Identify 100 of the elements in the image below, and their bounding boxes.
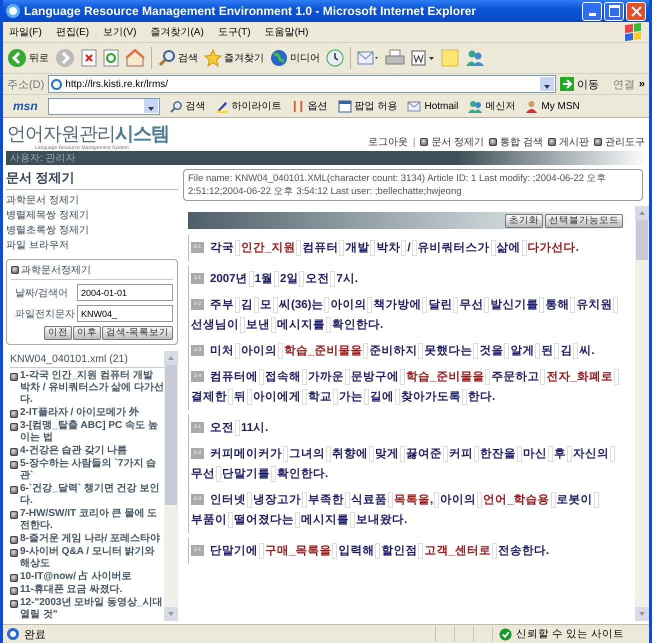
maximize-button[interactable]	[604, 2, 624, 20]
menu-item[interactable]: 편집(E)	[56, 25, 90, 39]
word-token[interactable]: 아이의	[440, 494, 476, 506]
word-token[interactable]: 다가선다.	[528, 242, 579, 254]
address-field[interactable]: http://lrs.kisti.re.kr/lrms/	[48, 75, 556, 93]
word-token[interactable]: 냉장고가	[253, 494, 301, 506]
nav-link[interactable]: 관리도구	[594, 135, 645, 149]
toolbar-button[interactable]	[326, 49, 344, 67]
word-token[interactable]: 아이에게	[253, 391, 301, 403]
form-button[interactable]: 검색-목록보기	[102, 326, 173, 340]
word-token[interactable]: 2007년	[210, 273, 248, 285]
word-token[interactable]: 무선	[459, 299, 484, 311]
form-button[interactable]: 이전	[44, 326, 72, 340]
article-link[interactable]: 3-[컴맹_탈출 ABC] PC 속도 높이는 법	[10, 420, 164, 444]
word-token[interactable]: 학습_준비물을	[284, 345, 362, 357]
word-token[interactable]: 책가방에	[373, 299, 422, 311]
toolbar-button[interactable]: 즐겨찾기	[204, 49, 264, 67]
word-token[interactable]: 발신기를	[490, 299, 538, 311]
word-token[interactable]: 김	[560, 345, 572, 357]
word-token[interactable]: 고객_센터로	[424, 545, 491, 557]
word-token[interactable]: 삶에	[496, 242, 521, 254]
word-token[interactable]: 메시지를	[301, 514, 349, 526]
word-token[interactable]: 결제한	[191, 391, 227, 403]
sidebar-link[interactable]: 파일 브라우저	[6, 238, 178, 253]
msn-toolbar-button[interactable]: 하이라이트	[216, 99, 282, 113]
word-token[interactable]: 알게	[510, 345, 534, 357]
toolbar-button[interactable]: 뒤로	[7, 48, 49, 68]
word-token[interactable]: 인간_지원	[241, 242, 296, 254]
article-link[interactable]: 1-각국 인간_지원 컴퓨터 개발 박차 / 유비쿼터스가 삶에 다가선다.	[10, 370, 164, 406]
minimize-button[interactable]	[582, 2, 602, 20]
word-token[interactable]: 목록을,	[394, 494, 434, 506]
article-link[interactable]: 2-IT플라자 / 아이모메가 外	[10, 407, 164, 419]
menu-item[interactable]: 도움말(H)	[264, 25, 308, 39]
menu-item[interactable]: 파일(F)	[9, 25, 42, 39]
article-link[interactable]: 7-HW/SW/IT 코리아 큰 물에 도전한다.	[10, 508, 164, 532]
word-token[interactable]: 커피	[449, 448, 473, 460]
word-token[interactable]: 문방구에	[351, 371, 399, 383]
word-token[interactable]: 주부	[210, 299, 234, 311]
word-token[interactable]: 된	[541, 345, 554, 357]
article-link[interactable]: 10-IT@now/ 占 사이버로	[10, 571, 164, 583]
nav-link[interactable]: 통합 검색	[489, 135, 543, 149]
word-token[interactable]: 보낸	[246, 319, 270, 331]
msn-toolbar-button[interactable]: 팝업 허용	[338, 99, 398, 113]
msn-search-field[interactable]	[48, 98, 160, 114]
article-link[interactable]: 4-건강은 습관 갖기 나름	[10, 445, 164, 457]
sidebar-link[interactable]: 과학문서 정제기	[6, 193, 178, 208]
word-token[interactable]: 개발	[345, 242, 370, 254]
word-token[interactable]: 한다.	[468, 391, 496, 403]
word-token[interactable]: 씨(36)는	[279, 299, 324, 311]
article-link[interactable]: 12-"2003년 모바일 동영상_시대 열릴 것"	[10, 597, 164, 621]
word-token[interactable]: 언어_학습용	[483, 494, 550, 506]
word-token[interactable]: 유치원	[576, 299, 612, 311]
input-field[interactable]: KNW04_	[77, 305, 173, 322]
word-token[interactable]: 부품이	[191, 514, 227, 526]
input-field[interactable]: 2004-01-01	[77, 284, 173, 301]
word-token[interactable]: 7시.	[336, 273, 358, 285]
word-token[interactable]: 컴퓨터	[302, 242, 338, 254]
word-token[interactable]: 입력해	[338, 545, 374, 557]
word-token[interactable]: 후	[554, 448, 566, 460]
word-token[interactable]: 전송한다.	[498, 545, 550, 557]
word-token[interactable]: 미처	[210, 345, 234, 357]
sidebar-link[interactable]: 병렬제목쌍 정제기	[6, 208, 178, 223]
word-token[interactable]: 모	[260, 299, 272, 311]
article-link[interactable]: 5-장수하는 사람들의 `7가지 습관`	[10, 458, 164, 482]
word-token[interactable]: 자신의	[573, 448, 609, 460]
word-token[interactable]: 가는	[339, 391, 363, 403]
word-token[interactable]: 주문하고	[491, 371, 540, 383]
form-button[interactable]: 이후	[72, 326, 101, 340]
word-token[interactable]: 무선	[191, 468, 215, 480]
word-token[interactable]: 학습_준비물을	[406, 371, 484, 383]
mode-button[interactable]: 선택불가능모드	[545, 214, 623, 228]
word-token[interactable]: 통해	[545, 299, 570, 311]
msn-toolbar-button[interactable]: 옵션	[292, 99, 328, 113]
article-link[interactable]: 9-사이버 Q&A / 모니터 밝기와 해상도	[10, 546, 164, 570]
word-token[interactable]: 가까운	[308, 371, 344, 383]
sidebar-link[interactable]: 병렬초록쌍 정제기	[6, 223, 178, 238]
word-token[interactable]: 식료품	[351, 494, 387, 506]
msn-toolbar-button[interactable]: 메신저	[468, 99, 516, 113]
word-token[interactable]: 선생님이	[191, 319, 239, 331]
word-token[interactable]: 보내왔다.	[356, 514, 408, 526]
word-token[interactable]: 씨.	[579, 345, 595, 357]
word-token[interactable]: 김	[241, 299, 253, 311]
toolbar-button[interactable]: 검색	[158, 49, 198, 67]
word-token[interactable]: 맞게	[375, 448, 399, 460]
word-token[interactable]: 11시.	[241, 422, 268, 434]
word-token[interactable]: 접속해	[265, 371, 301, 383]
go-button[interactable]: 이동	[560, 76, 599, 92]
menu-item[interactable]: 보기(V)	[103, 25, 136, 39]
word-token[interactable]: 떨어졌다는	[234, 514, 294, 526]
logout-link[interactable]: 로그아웃	[368, 135, 408, 149]
word-token[interactable]: 오전	[305, 273, 330, 285]
toolbar-button[interactable]: 미디어	[270, 49, 320, 67]
word-token[interactable]: 마신	[523, 448, 547, 460]
word-token[interactable]: 메시지를	[277, 319, 325, 331]
mode-button[interactable]: 초기화	[505, 214, 543, 228]
word-token[interactable]: /	[407, 242, 411, 254]
word-token[interactable]: 전자_화폐로	[546, 371, 613, 383]
msn-toolbar-button[interactable]: Hotmail	[407, 100, 458, 112]
word-token[interactable]: 취향에	[332, 448, 368, 460]
word-token[interactable]: 박차	[376, 242, 400, 254]
